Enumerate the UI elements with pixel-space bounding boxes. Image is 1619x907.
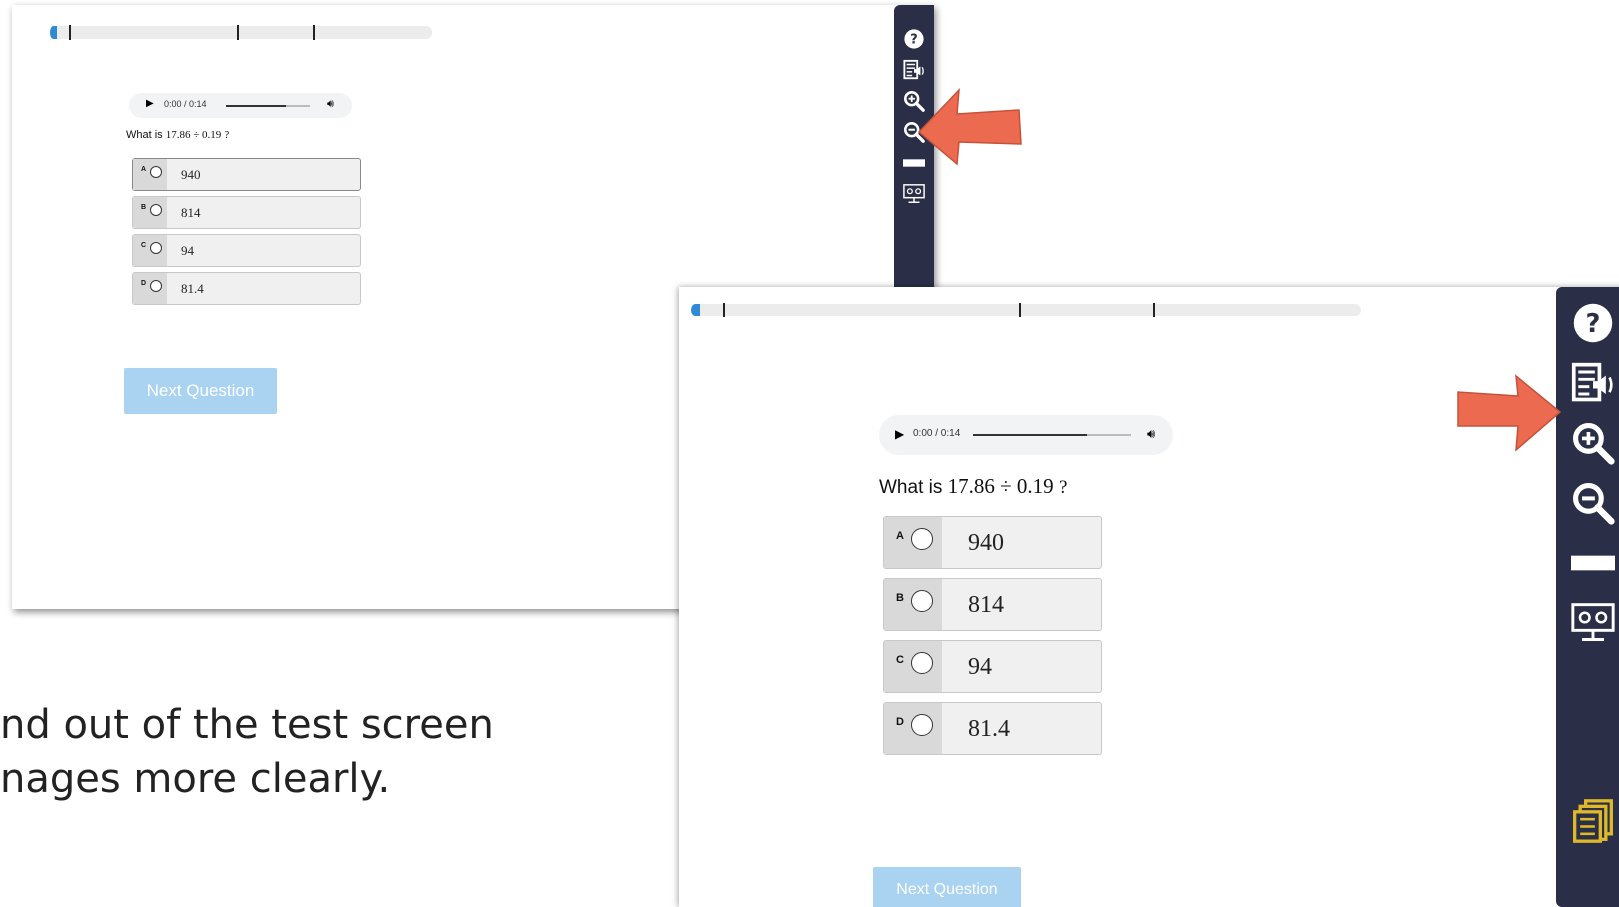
audio-seek-bar[interactable]: [226, 105, 310, 107]
option-label-area: A: [884, 517, 942, 568]
option-value: 940: [181, 167, 201, 182]
play-icon[interactable]: ▶: [146, 98, 154, 109]
option-label-area: B: [133, 197, 167, 228]
radio-button-icon[interactable]: [150, 166, 162, 178]
audio-player[interactable]: ▶ 0:00 / 0:14 🔊︎: [129, 93, 352, 118]
next-question-button[interactable]: Next Question: [873, 867, 1021, 907]
option-value: 814: [181, 205, 201, 220]
option-letter: A: [141, 166, 147, 173]
tools-sidebar: ?: [1556, 287, 1619, 907]
progress-marker: [691, 304, 700, 316]
answer-option-c[interactable]: C 94: [132, 234, 361, 267]
volume-icon[interactable]: 🔊︎: [1147, 426, 1155, 442]
option-value: 814: [968, 592, 1004, 618]
option-label-area: B: [884, 579, 942, 630]
option-label-area: D: [133, 273, 167, 304]
volume-icon[interactable]: 🔊︎: [327, 98, 334, 111]
option-letter: B: [896, 592, 904, 604]
option-value: 81.4: [968, 716, 1010, 742]
next-question-button[interactable]: Next Question: [124, 368, 277, 414]
option-label-area: A: [133, 159, 167, 190]
option-letter: C: [896, 654, 904, 666]
arrow-pointing-to-zoom-in: [1457, 374, 1562, 452]
radio-button-icon[interactable]: [150, 280, 162, 292]
radio-button-icon[interactable]: [911, 528, 933, 550]
option-value: 81.4: [181, 281, 204, 296]
option-letter: C: [141, 242, 147, 249]
answer-option-d[interactable]: D 81.4: [132, 272, 361, 305]
option-label-area: C: [884, 641, 942, 692]
option-letter: A: [896, 530, 904, 542]
screen-mask-icon[interactable]: [1571, 601, 1615, 645]
option-value: 94: [968, 654, 992, 680]
option-value: 94: [181, 243, 194, 258]
caption-line-1: nd out of the test screen: [0, 702, 494, 748]
progress-tick: [723, 303, 725, 317]
answer-option-b[interactable]: B 814: [132, 196, 361, 229]
option-label-area: C: [133, 235, 167, 266]
question-text: What is 17.86 ÷ 0.19 ?: [126, 129, 230, 141]
audio-time: 0:00 / 0:14: [913, 428, 961, 439]
help-icon[interactable]: ?: [903, 28, 925, 50]
option-letter: B: [141, 204, 147, 211]
progress-tick: [313, 25, 315, 40]
arrow-pointing-to-zoom-out: [917, 87, 1022, 166]
text-to-speech-icon[interactable]: [903, 59, 925, 81]
line-reader-icon[interactable]: [1571, 541, 1615, 585]
option-letter: D: [896, 716, 904, 728]
audio-time: 0:00 / 0:14: [164, 99, 207, 109]
zoom-out-icon[interactable]: [1571, 481, 1615, 525]
answer-option-a[interactable]: A 940: [883, 516, 1102, 569]
progress-tick: [69, 25, 71, 40]
audio-seek-bar[interactable]: [973, 434, 1131, 436]
answer-option-b[interactable]: B 814: [883, 578, 1102, 631]
radio-button-icon[interactable]: [150, 242, 162, 254]
answer-option-c[interactable]: C 94: [883, 640, 1102, 693]
question-text: What is 17.86 ÷ 0.19 ?: [879, 474, 1068, 498]
question-progress-track: [50, 26, 432, 39]
progress-tick: [1019, 303, 1021, 317]
question-progress-track: [691, 304, 1361, 316]
radio-button-icon[interactable]: [911, 590, 933, 612]
radio-button-icon[interactable]: [911, 652, 933, 674]
progress-tick: [1153, 303, 1155, 317]
option-letter: D: [141, 280, 147, 287]
text-to-speech-icon[interactable]: [1571, 361, 1615, 405]
radio-button-icon[interactable]: [911, 714, 933, 736]
svg-text:?: ?: [1586, 309, 1601, 339]
option-value: 940: [968, 530, 1004, 556]
play-icon[interactable]: ▶: [895, 427, 904, 441]
help-icon[interactable]: ?: [1571, 301, 1615, 345]
radio-button-icon[interactable]: [150, 204, 162, 216]
screen-mask-icon[interactable]: [903, 183, 925, 205]
option-label-area: D: [884, 703, 942, 754]
answer-option-d[interactable]: D 81.4: [883, 702, 1102, 755]
audio-player[interactable]: ▶ 0:00 / 0:14 🔊︎: [879, 415, 1173, 455]
progress-marker: [50, 26, 57, 39]
notes-icon[interactable]: [1571, 799, 1615, 843]
answer-option-a[interactable]: A 940: [132, 158, 361, 191]
progress-tick: [237, 25, 239, 40]
slide-caption: nd out of the test screen nages more cle…: [0, 698, 494, 806]
svg-text:?: ?: [910, 33, 917, 48]
caption-line-2: nages more clearly.: [0, 756, 391, 802]
zoom-in-icon[interactable]: [1571, 421, 1615, 465]
